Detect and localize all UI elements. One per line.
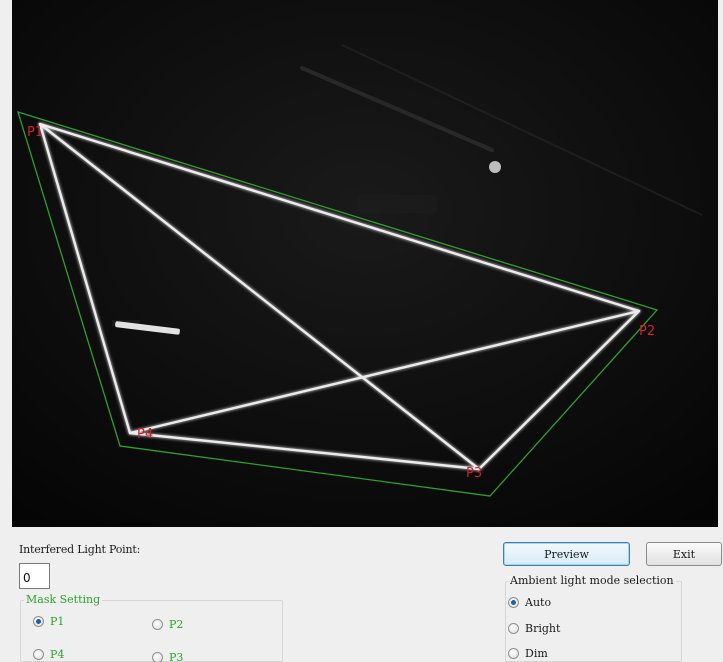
radio-checked-icon: [33, 616, 44, 627]
point-label-p3[interactable]: P3: [466, 466, 482, 481]
ambient-light-title: Ambient light mode selection: [508, 574, 676, 587]
ambient-radio-auto[interactable]: Auto: [508, 596, 551, 609]
point-label-p4[interactable]: P4: [137, 427, 153, 442]
mask-setting-title: Mask Setting: [24, 593, 103, 606]
ambient-radio-bright[interactable]: Bright: [508, 622, 560, 635]
mask-radio-p3[interactable]: P3: [152, 651, 183, 662]
mask-radio-label: P2: [169, 618, 184, 631]
radio-unchecked-icon: [508, 648, 519, 659]
interfered-light-count-field[interactable]: [19, 563, 50, 589]
ambient-radio-dim[interactable]: Dim: [508, 647, 548, 660]
camera-overlay: P1 P2 P3 P4: [12, 0, 718, 527]
camera-background: [12, 0, 718, 527]
laser-calibration-window: P1 P2 P3 P4 Interfered Light Point: Mask…: [0, 0, 723, 662]
ambient-radio-label: Bright: [525, 622, 561, 635]
point-label-p2[interactable]: P2: [639, 324, 655, 339]
ambient-radio-label: Auto: [525, 596, 552, 609]
mask-radio-label: P4: [50, 648, 65, 661]
radio-unchecked-icon: [33, 649, 44, 660]
mask-radio-p4[interactable]: P4: [33, 648, 64, 661]
point-label-p1[interactable]: P1: [27, 125, 43, 140]
mask-radio-p1[interactable]: P1: [33, 615, 64, 628]
preview-button[interactable]: Preview: [503, 542, 630, 566]
interfered-light-label: Interfered Light Point:: [19, 543, 141, 556]
reflective-dot: [489, 161, 501, 173]
radio-unchecked-icon: [508, 623, 519, 634]
mask-radio-label: P1: [50, 615, 65, 628]
radio-unchecked-icon: [152, 652, 163, 662]
mask-radio-label: P3: [169, 651, 184, 662]
radio-checked-icon: [508, 597, 519, 608]
camera-preview[interactable]: P1 P2 P3 P4: [12, 0, 718, 527]
ambient-radio-label: Dim: [525, 647, 548, 660]
mask-radio-p2[interactable]: P2: [152, 618, 183, 631]
radio-unchecked-icon: [152, 619, 163, 630]
exit-button[interactable]: Exit: [646, 542, 722, 566]
